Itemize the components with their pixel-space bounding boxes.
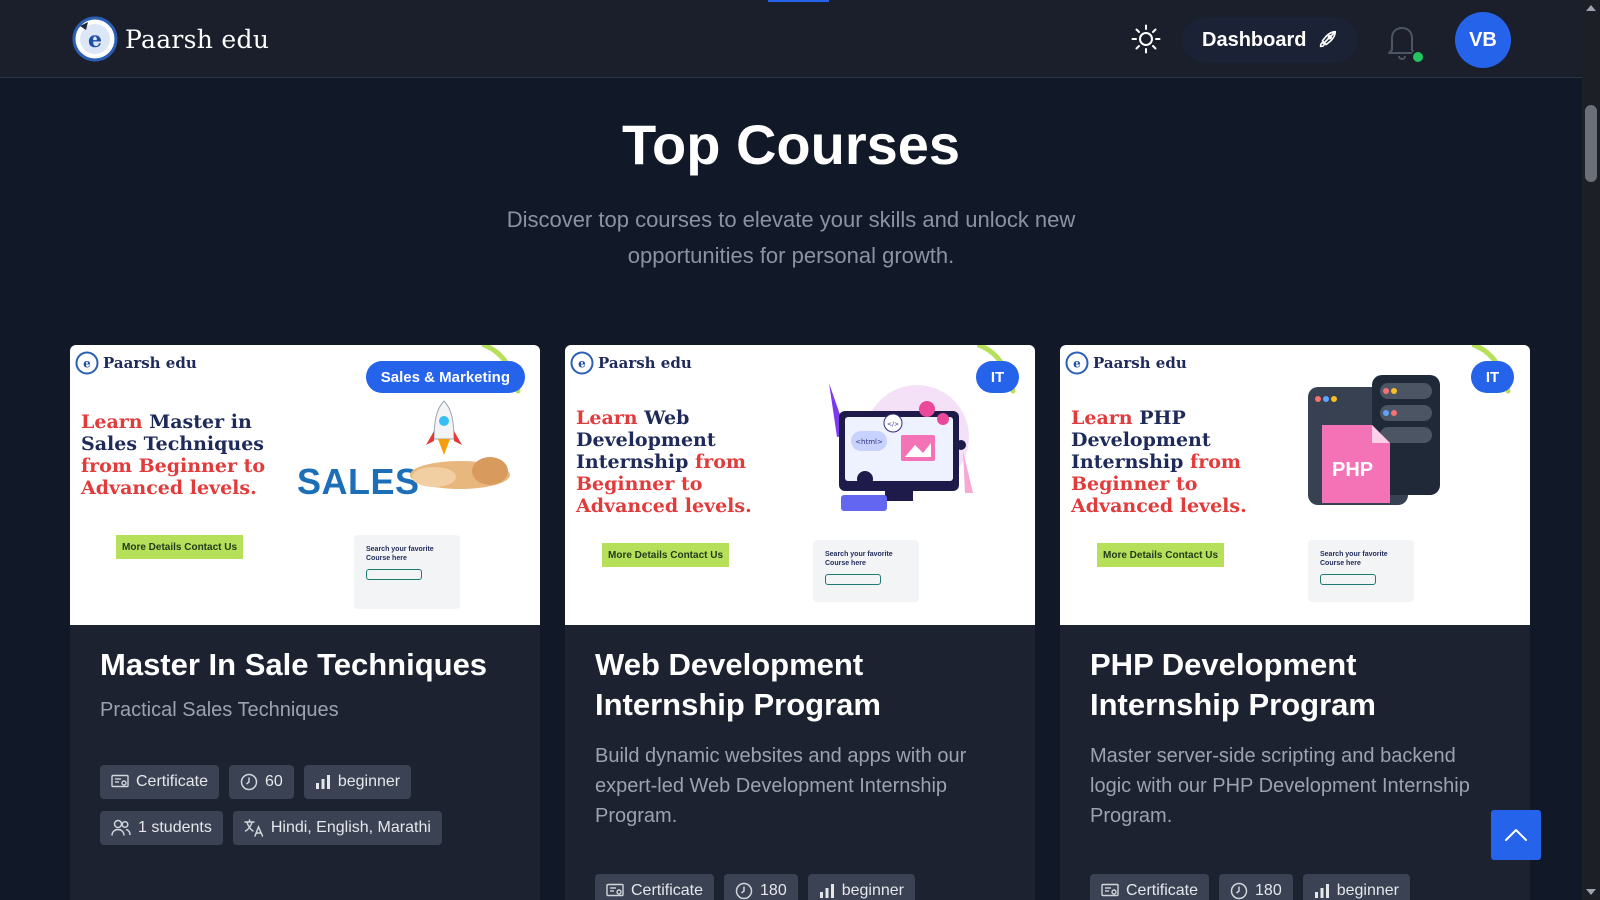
bar-chart-icon	[1314, 884, 1329, 898]
thumbnail-logo-text: Paarsh edu	[103, 354, 197, 372]
certificate-icon	[606, 883, 624, 897]
active-nav-indicator	[768, 0, 829, 2]
thumbnail-logo-text: Paarsh edu	[598, 354, 692, 372]
site-logo[interactable]: e Paarsh edu	[72, 16, 269, 62]
course-card[interactable]: e Paarsh edu Sales & Marketing Learn Mas…	[70, 345, 540, 900]
thumbnail-logo: e Paarsh edu	[75, 351, 197, 375]
thumbnail-contact-tag: More Details Contact Us	[602, 543, 730, 567]
bar-chart-icon	[819, 884, 834, 898]
category-badge: Sales & Marketing	[365, 361, 525, 393]
thumbnail-search-preview: Search your favorite Course here	[1308, 540, 1414, 602]
thumbnail-contact-tag: More Details Contact Us	[1097, 543, 1225, 567]
server-icon	[1308, 375, 1440, 505]
certificate-icon	[1101, 883, 1119, 897]
svg-text:e: e	[83, 357, 91, 371]
clock-icon	[240, 773, 258, 791]
thumbnail-logo-text: Paarsh edu	[1093, 354, 1187, 372]
clock-icon	[1230, 882, 1248, 900]
svg-text:e: e	[578, 357, 586, 371]
students-chip: 1 students	[100, 811, 223, 845]
section-subtitle: Discover top courses to elevate your ski…	[506, 207, 1076, 268]
course-title[interactable]: PHP Development Internship Program	[1090, 645, 1500, 725]
scroll-up-arrow-icon[interactable]	[1586, 5, 1596, 11]
thumbnail-headline: Learn PHP Development Internship from Be…	[1071, 407, 1247, 517]
course-card[interactable]: e Paarsh edu IT Learn PHP Development In…	[1060, 345, 1530, 900]
duration-chip: 180	[1219, 874, 1293, 900]
thumbnail-search-preview: Search your favorite Course here	[354, 535, 460, 609]
php-server-illustration: PHP	[1308, 375, 1440, 507]
logo-icon: e	[570, 351, 594, 375]
dashboard-button[interactable]: Dashboard	[1182, 17, 1359, 63]
languages-chip: Hindi, English, Marathi	[232, 811, 442, 845]
clock-icon	[735, 882, 753, 900]
thumbnail-php-label: PHP	[1332, 459, 1374, 481]
thumbnail-logo: e Paarsh edu	[570, 351, 692, 375]
duration-chip: 180	[724, 874, 798, 900]
certificate-chip: Certificate	[595, 874, 715, 900]
level-chip: beginner	[807, 874, 916, 900]
users-icon	[111, 819, 131, 836]
course-thumbnail[interactable]: e Paarsh edu IT Learn PHP Development In…	[1060, 345, 1530, 625]
duration-chip: 60	[229, 765, 294, 799]
course-description: Build dynamic websites and apps with our…	[595, 745, 967, 827]
rocket-icon	[1320, 30, 1337, 48]
level-chip: beginner	[303, 765, 412, 799]
svg-text:e: e	[88, 27, 102, 53]
thumbnail-logo: e Paarsh edu	[1065, 351, 1187, 375]
scroll-down-arrow-icon[interactable]	[1586, 889, 1596, 895]
logo-text: Paarsh edu	[125, 24, 270, 54]
course-thumbnail[interactable]: e Paarsh edu IT Learn Web Development In…	[565, 345, 1035, 625]
svg-text:</>: </>	[887, 421, 899, 428]
certificate-chip: Certificate	[1090, 874, 1210, 900]
thumbnail-headline: Learn Web Development Internship from Be…	[576, 407, 752, 517]
logo-icon: e	[75, 351, 99, 375]
category-badge: IT	[976, 361, 1019, 393]
top-navbar: e Paarsh edu Dashboard VB	[0, 0, 1582, 78]
scroll-to-top-button[interactable]	[1491, 810, 1541, 860]
dashboard-label: Dashboard	[1202, 28, 1307, 51]
course-title[interactable]: Web Development Internship Program	[595, 645, 1005, 725]
course-thumbnail[interactable]: e Paarsh edu Sales & Marketing Learn Mas…	[70, 345, 540, 625]
svg-text:e: e	[1073, 357, 1081, 371]
level-chip: beginner	[1302, 874, 1411, 900]
section-title: Top Courses	[621, 113, 961, 176]
certificate-icon	[111, 774, 129, 788]
course-description: Practical Sales Techniques	[100, 699, 339, 721]
notification-status-dot	[1411, 50, 1425, 64]
course-card[interactable]: e Paarsh edu IT Learn Web Development In…	[565, 345, 1035, 900]
user-avatar[interactable]: VB	[1455, 12, 1511, 68]
sun-icon	[1131, 24, 1161, 54]
translate-icon	[244, 819, 264, 837]
logo-icon: e	[1065, 351, 1089, 375]
logo-icon: e	[72, 16, 118, 62]
scrollbar-thumb[interactable]	[1585, 105, 1597, 182]
web-developer-illustration-icon: <html> </>	[829, 383, 973, 511]
thumbnail-contact-tag: More Details Contact Us	[116, 535, 244, 559]
bar-chart-icon	[315, 775, 330, 789]
rocket-illustration-icon	[410, 400, 510, 489]
svg-text:<html>: <html>	[855, 438, 883, 446]
category-badge: IT	[1471, 361, 1514, 393]
thumbnail-headline: Learn Master in Sales Techniques from Be…	[81, 411, 266, 499]
course-title[interactable]: Master In Sale Techniques	[100, 645, 510, 685]
certificate-chip: Certificate	[100, 765, 220, 799]
course-description: Master server-side scripting and backend…	[1090, 745, 1470, 827]
chevron-up-icon	[1505, 829, 1527, 841]
thumbnail-search-preview: Search your favorite Course here	[813, 540, 919, 602]
theme-toggle-button[interactable]	[1129, 22, 1163, 56]
